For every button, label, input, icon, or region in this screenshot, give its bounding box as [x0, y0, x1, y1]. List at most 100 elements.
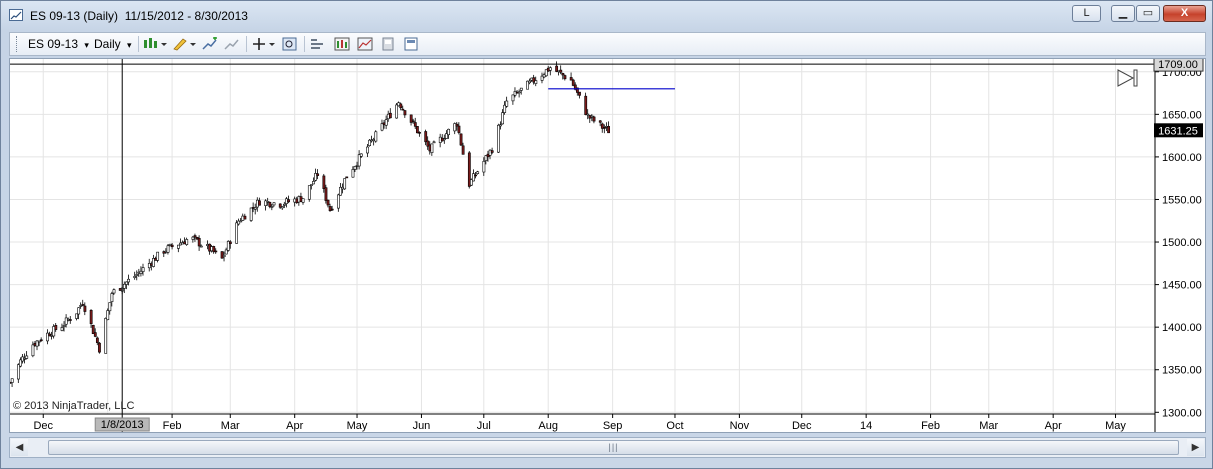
svg-text:1/8/2013: 1/8/2013: [101, 419, 144, 431]
zoom-icon[interactable]: [282, 37, 298, 51]
candle-body: [345, 176, 349, 179]
svg-text:1631.25: 1631.25: [1158, 125, 1198, 137]
candle-body: [359, 153, 363, 157]
chart-window-icon: [9, 9, 23, 21]
candle-body: [322, 175, 326, 189]
candle-body: [561, 73, 565, 76]
candle-body: [39, 339, 43, 342]
instrument-dropdown-icon: ▾: [84, 40, 89, 50]
candle-body: [228, 241, 232, 245]
candle-body: [270, 206, 274, 208]
candle-body: [104, 318, 108, 354]
scroll-right-icon[interactable]: ▶: [1187, 439, 1204, 456]
time-scrollbar[interactable]: ◀ ||| ▶: [9, 437, 1206, 458]
properties-icon[interactable]: [310, 37, 326, 51]
candle-body: [584, 95, 588, 115]
candle-body: [125, 281, 128, 285]
time-axis-label: Feb: [921, 420, 940, 432]
drawing-pencil-icon[interactable]: [172, 37, 196, 51]
candle-body: [401, 108, 405, 111]
candle-body: [528, 80, 532, 84]
candle-body: [459, 133, 463, 146]
chart-window: ES 09-13 (Daily) 11/15/2012 - 8/30/2013 …: [0, 0, 1213, 469]
candle-body: [432, 141, 436, 144]
candle-body: [499, 124, 502, 127]
candle-body: [222, 255, 226, 257]
candle-body: [534, 80, 538, 84]
candle-body: [112, 289, 116, 294]
candle-body: [497, 124, 500, 153]
candle-body: [324, 187, 328, 201]
candle-body: [253, 207, 257, 210]
candle-body: [122, 283, 126, 289]
title-bar[interactable]: ES 09-13 (Daily) 11/15/2012 - 8/30/2013 …: [1, 1, 1213, 29]
price-chart[interactable]: 1300.00 1350.00 1400.00 1450.00 1500.00 1550.…: [9, 58, 1206, 433]
time-axis[interactable]: Dec Feb Mar Apr May Jun Jul Aug Sep Oct Nov Dec 14 Fe…: [10, 413, 1155, 432]
candle-body: [316, 173, 320, 176]
minimize-button[interactable]: ▁: [1111, 5, 1135, 22]
candle-body: [424, 131, 428, 143]
candle-body: [330, 208, 334, 211]
candle-body: [108, 302, 112, 312]
candle-body: [25, 355, 29, 359]
candle-body: [415, 126, 419, 134]
candle-body: [548, 67, 552, 71]
candle-body: [141, 267, 145, 272]
candle-body: [191, 236, 195, 240]
template-icon[interactable]: [403, 37, 419, 51]
crosshair-icon[interactable]: [252, 37, 276, 51]
candle-body: [411, 120, 415, 123]
candle-body: [343, 178, 347, 190]
candle-body: [312, 181, 315, 185]
price-axis-label: 1300.00: [1162, 407, 1202, 419]
time-axis-label: Jul: [477, 420, 491, 432]
candle-body: [17, 364, 20, 380]
candle-body: [474, 174, 477, 177]
candle-body: [418, 131, 421, 134]
candle-body: [351, 169, 355, 178]
candle-body: [62, 325, 66, 327]
scrollbar-thumb[interactable]: |||: [48, 440, 1179, 455]
chart-toolbar: ES 09-13 ▾ Daily ▾: [9, 32, 1206, 56]
candlestick-icon[interactable]: [143, 37, 167, 51]
price-axis-label: 1500.00: [1162, 237, 1202, 249]
price-axis-label: 1400.00: [1162, 322, 1202, 334]
link-button[interactable]: L: [1072, 5, 1101, 22]
candle-body: [133, 275, 137, 278]
candle-body: [214, 250, 218, 253]
time-axis-label: Dec: [33, 420, 53, 432]
strategy-icon[interactable]: [224, 37, 240, 51]
candle-body: [457, 125, 461, 133]
price-axis[interactable]: 1300.00 1350.00 1400.00 1450.00 1500.00 1550.…: [1155, 67, 1202, 420]
interval-selector[interactable]: Daily ▾: [94, 36, 132, 52]
toolbar-grip[interactable]: [16, 36, 21, 52]
add-indicator-icon[interactable]: [202, 36, 218, 51]
candle-body: [283, 203, 286, 206]
time-axis-label: Mar: [221, 420, 240, 432]
save-icon[interactable]: [380, 37, 396, 51]
candle-body: [243, 215, 247, 220]
svg-text:1709.00: 1709.00: [1158, 59, 1198, 71]
chart-end-marker[interactable]: [1117, 69, 1138, 87]
candle-body: [559, 69, 563, 73]
candle-body: [93, 332, 97, 337]
close-button[interactable]: X: [1163, 5, 1206, 22]
candle-body: [77, 307, 81, 315]
time-axis-label: Aug: [538, 420, 558, 432]
candle-body: [68, 319, 72, 321]
trend-icon[interactable]: [357, 37, 373, 51]
instrument-selector[interactable]: ES 09-13 ▾: [28, 36, 89, 52]
candle-body: [517, 91, 521, 94]
candle-body: [98, 342, 101, 353]
candle-body: [482, 161, 486, 173]
candle-body: [127, 278, 130, 283]
copyright-text: © 2013 NinjaTrader, LLC: [13, 400, 134, 412]
candle-body: [170, 244, 174, 248]
time-axis-label: May: [347, 420, 368, 432]
scroll-left-icon[interactable]: ◀: [11, 439, 28, 456]
chart-style-icon[interactable]: [334, 37, 350, 51]
candle-body: [272, 202, 276, 206]
candle-body: [384, 119, 388, 126]
price-chart-svg[interactable]: 1300.00 1350.00 1400.00 1450.00 1500.00 1550.…: [10, 59, 1205, 432]
maximize-button[interactable]: ▭: [1136, 5, 1160, 22]
